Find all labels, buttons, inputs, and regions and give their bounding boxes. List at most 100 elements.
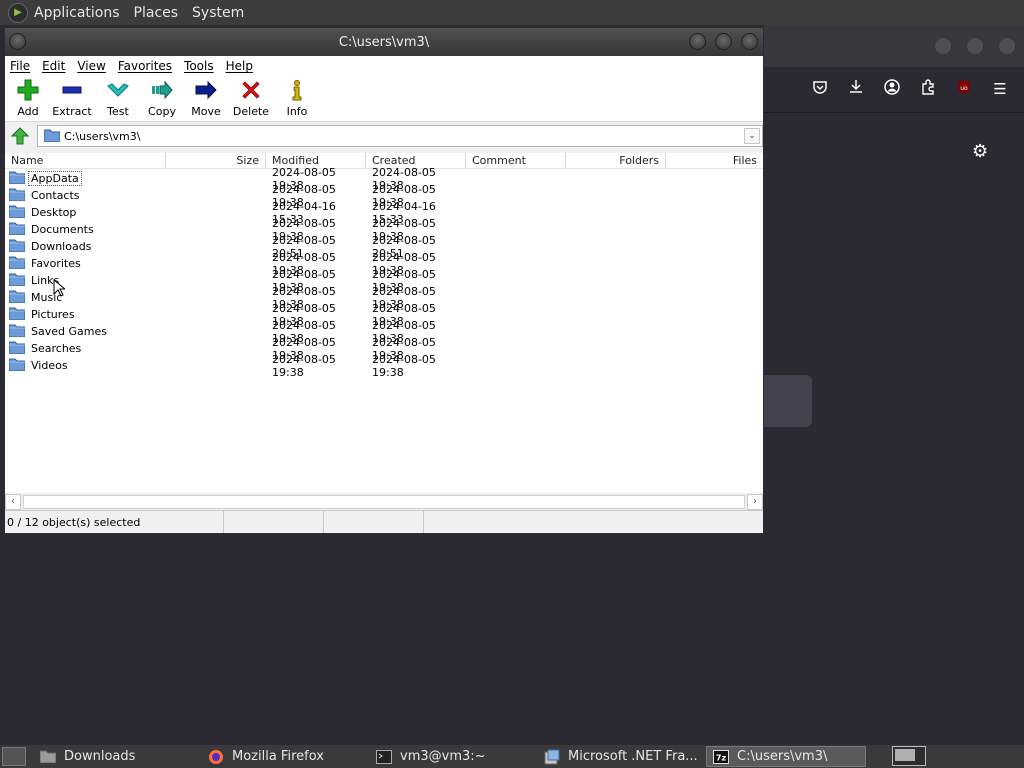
maximize-icon[interactable] [967, 38, 983, 54]
extensions-icon[interactable] [918, 79, 938, 99]
copy-arrow-icon [150, 78, 174, 102]
folder-icon [40, 749, 56, 765]
close-icon[interactable] [741, 33, 758, 50]
show-desktop-button[interactable] [2, 747, 26, 766]
file-name: Documents [31, 223, 94, 236]
menu-edit[interactable]: Edit [42, 59, 65, 73]
panel-menu-places[interactable]: Places [134, 5, 179, 21]
menu-tools[interactable]: Tools [184, 59, 214, 73]
terminal-icon [376, 749, 392, 765]
address-row: C:\users\vm3\ ⌄ [5, 122, 763, 150]
panel-menu-applications[interactable]: Applications [34, 5, 120, 21]
folder-icon [8, 341, 26, 357]
file-name-cell: Music [5, 290, 166, 306]
scroll-left-icon[interactable]: ‹ [5, 493, 21, 510]
folder-icon [8, 324, 26, 340]
7zip-file-manager-window: C:\users\vm3\ File Edit View Favorites T… [4, 27, 764, 534]
taskbar: Downloads Mozilla Firefox vm3@vm3:~ Micr… [0, 745, 1024, 768]
copy-button[interactable]: Copy [141, 76, 183, 118]
maximize-icon[interactable] [715, 33, 732, 50]
address-combobox[interactable]: C:\users\vm3\ ⌄ [37, 125, 763, 147]
file-name-cell: AppData [5, 171, 166, 187]
minus-icon [60, 78, 84, 102]
file-name: Favorites [31, 257, 81, 270]
minimize-icon[interactable] [689, 33, 706, 50]
svg-text:7z: 7z [716, 753, 727, 762]
downloads-icon[interactable] [846, 79, 866, 99]
table-row[interactable]: Videos 2024-08-05 19:38 2024-08-05 19:38 [5, 353, 763, 379]
file-name: Pictures [31, 308, 75, 321]
file-name-cell: Pictures [5, 307, 166, 323]
task-downloads[interactable]: Downloads [34, 746, 194, 767]
add-button[interactable]: Add [9, 76, 47, 118]
workspace-switcher[interactable] [892, 746, 926, 766]
close-icon[interactable] [999, 38, 1015, 54]
file-name: Saved Games [31, 325, 107, 338]
folder-icon [8, 171, 26, 187]
file-name-cell: Desktop [5, 205, 166, 221]
move-button[interactable]: Move [185, 76, 227, 118]
folder-icon [8, 273, 26, 289]
file-name-cell: Links [5, 273, 166, 289]
menu-bar: File Edit View Favorites Tools Help [5, 56, 763, 76]
file-name-cell: Videos [5, 358, 166, 374]
installer-icon [544, 749, 560, 765]
task-7zip[interactable]: 7z C:\users\vm3\ [706, 746, 866, 767]
folder-icon [43, 127, 61, 146]
hamburger-menu-icon[interactable]: ☰ [990, 79, 1010, 99]
file-list: Name Size Modified Created Comment Folde… [5, 153, 763, 493]
pocket-icon[interactable] [810, 79, 830, 99]
file-name-cell: Documents [5, 222, 166, 238]
scroll-right-icon[interactable]: › [747, 493, 763, 510]
gear-icon[interactable]: ⚙ [972, 141, 988, 162]
task-dotnet-installer[interactable]: Microsoft .NET Fra... [538, 746, 698, 767]
menu-view[interactable]: View [77, 59, 105, 73]
file-name: Contacts [31, 189, 80, 202]
window-titlebar[interactable]: C:\users\vm3\ [5, 28, 763, 56]
window-title: C:\users\vm3\ [338, 34, 430, 50]
menu-file[interactable]: File [10, 59, 30, 73]
file-name: Downloads [31, 240, 92, 253]
folder-icon [8, 307, 26, 323]
distro-logo-icon[interactable]: ▶ [8, 2, 28, 23]
info-icon [285, 78, 309, 102]
file-name: Searches [31, 342, 82, 355]
delete-x-icon [239, 78, 263, 102]
column-header-comment[interactable]: Comment [466, 153, 566, 168]
delete-button[interactable]: Delete [229, 76, 273, 118]
firefox-icon [208, 749, 224, 765]
menu-help[interactable]: Help [226, 59, 253, 73]
horizontal-scrollbar[interactable]: ‹ › [5, 493, 763, 510]
7zip-icon: 7z [713, 749, 729, 765]
chevron-down-icon[interactable]: ⌄ [744, 128, 760, 144]
folder-icon [8, 222, 26, 238]
column-header-size[interactable]: Size [166, 153, 266, 168]
file-name-cell: Saved Games [5, 324, 166, 340]
ublock-origin-icon[interactable]: uo [954, 79, 974, 99]
test-button[interactable]: Test [97, 76, 139, 118]
window-menu-icon[interactable] [9, 33, 26, 50]
task-firefox[interactable]: Mozilla Firefox [202, 746, 362, 767]
workspace-thumbnail [895, 749, 915, 761]
toolbar: Add Extract Test Copy Move Delete Info [5, 76, 763, 122]
extract-button[interactable]: Extract [49, 76, 95, 118]
task-terminal[interactable]: vm3@vm3:~ [370, 746, 530, 767]
folder-icon [8, 205, 26, 221]
info-button[interactable]: Info [275, 76, 319, 118]
up-folder-button[interactable] [9, 125, 31, 147]
file-rows: AppData 2024-08-05 19:38 2024-08-05 19:38 C… [5, 166, 763, 379]
menu-favorites[interactable]: Favorites [118, 59, 172, 73]
panel-menu-system[interactable]: System [192, 5, 244, 21]
column-header-files[interactable]: Files [666, 153, 763, 168]
up-arrow-icon [11, 127, 29, 145]
column-header-name[interactable]: Name [5, 153, 166, 168]
account-icon[interactable] [882, 79, 902, 99]
file-name: Videos [31, 359, 68, 372]
scroll-track[interactable] [23, 494, 745, 509]
mouse-cursor-icon [53, 279, 65, 297]
file-name-cell: Searches [5, 341, 166, 357]
minimize-icon[interactable] [935, 38, 951, 54]
file-name: AppData [28, 171, 82, 186]
column-header-folders[interactable]: Folders [566, 153, 666, 168]
svg-text:uo: uo [960, 85, 968, 92]
